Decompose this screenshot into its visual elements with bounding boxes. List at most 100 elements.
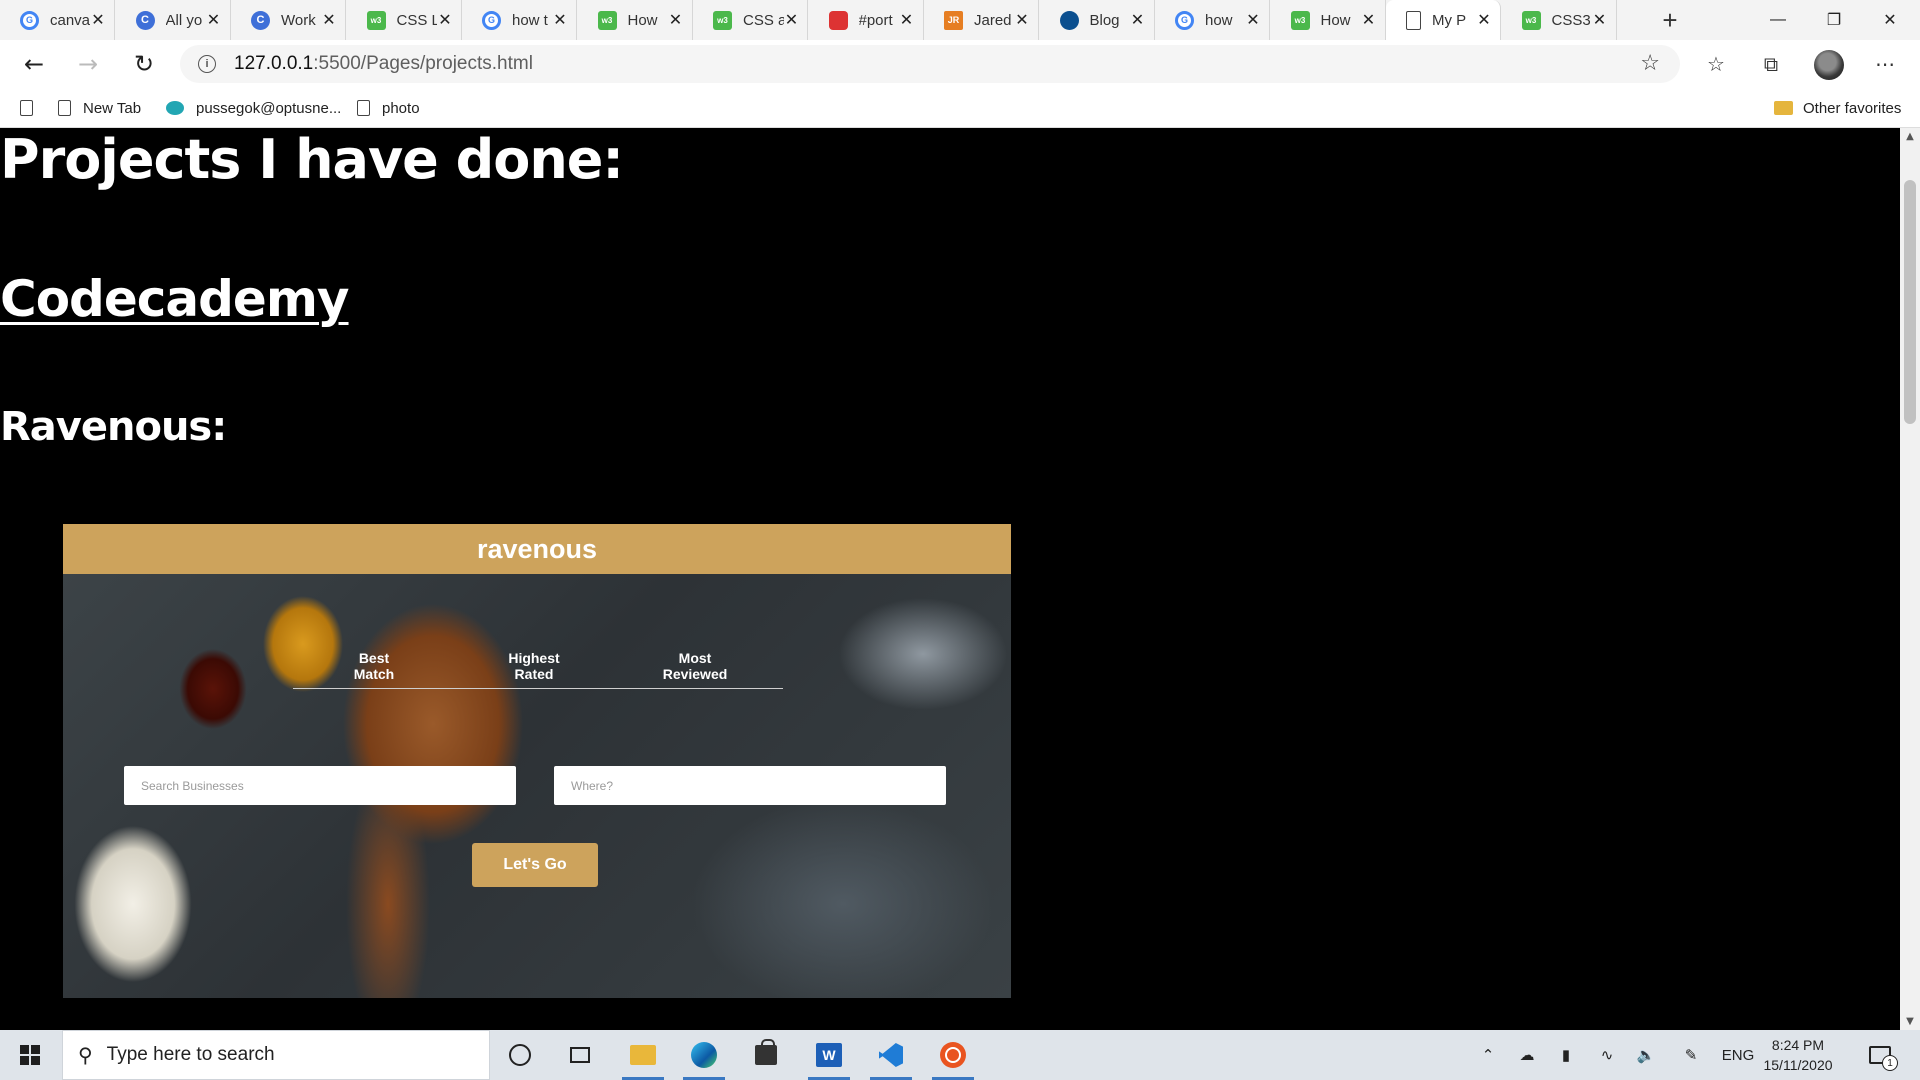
- cortana-icon[interactable]: [495, 1030, 545, 1080]
- tab-title: CSS3: [1551, 11, 1591, 29]
- bookmarks-page-icon[interactable]: [20, 88, 45, 128]
- close-tab-icon[interactable]: ✕: [437, 10, 452, 30]
- tab-13[interactable]: w3 CSS3 ✕: [1502, 0, 1617, 40]
- address-bar[interactable]: i 127.0.0.1:5500/Pages/projects.html ☆: [180, 45, 1680, 83]
- windows-icon: [20, 1045, 40, 1065]
- new-tab-button[interactable]: +: [1655, 0, 1685, 40]
- close-tab-icon[interactable]: ✕: [1592, 10, 1608, 30]
- close-tab-icon[interactable]: ✕: [552, 10, 568, 30]
- sort-line-1: Most: [678, 650, 712, 666]
- close-tab-icon[interactable]: ✕: [1014, 10, 1030, 30]
- other-favorites[interactable]: Other favorites: [1774, 88, 1901, 128]
- tab-title: canva: [50, 11, 91, 29]
- start-button[interactable]: [0, 1030, 60, 1080]
- store-icon[interactable]: [741, 1030, 791, 1080]
- tab-3[interactable]: w3 CSS L ✕: [347, 0, 462, 40]
- scrollbar[interactable]: ▲ ▼: [1900, 128, 1920, 1030]
- taskbar-search[interactable]: ⚲ Type here to search: [62, 1030, 490, 1080]
- close-tab-icon[interactable]: ✕: [784, 10, 799, 30]
- onedrive-error-icon[interactable]: ☁: [1514, 1030, 1540, 1080]
- language-indicator[interactable]: ENG: [1718, 1030, 1758, 1080]
- restore-button[interactable]: ❐: [1806, 0, 1862, 40]
- volume-icon[interactable]: 🔈: [1633, 1030, 1659, 1080]
- reload-button[interactable]: ↻: [126, 46, 162, 82]
- collections-icon[interactable]: ⧉: [1758, 51, 1784, 77]
- edge-icon[interactable]: [679, 1030, 729, 1080]
- close-tab-icon[interactable]: ✕: [1245, 10, 1261, 30]
- lets-go-label: Let's Go: [503, 856, 567, 873]
- tab-4[interactable]: Ghow t ✕: [462, 0, 577, 40]
- close-tab-icon[interactable]: ✕: [206, 10, 222, 30]
- tab-9[interactable]: Blog ✕: [1040, 0, 1155, 40]
- tab-title: All yo: [165, 11, 203, 29]
- bookmark-new-tab[interactable]: New Tab: [58, 88, 141, 128]
- close-tab-icon[interactable]: ✕: [1130, 10, 1146, 30]
- vscode-icon[interactable]: [866, 1030, 916, 1080]
- clock[interactable]: 8:24 PM 15/11/2020: [1763, 1035, 1833, 1075]
- back-button[interactable]: ←: [16, 46, 52, 82]
- tab-11[interactable]: w3 How ✕: [1271, 0, 1386, 40]
- search-businesses-placeholder: Search Businesses: [141, 778, 244, 793]
- bookmark-label: New Tab: [83, 99, 142, 117]
- minimize-button[interactable]: —: [1750, 0, 1806, 40]
- forward-button[interactable]: →: [70, 46, 106, 82]
- tab-8[interactable]: JR Jared ✕: [924, 0, 1039, 40]
- favorites-icon[interactable]: ☆: [1703, 51, 1729, 77]
- more-icon[interactable]: ⋯: [1872, 51, 1898, 77]
- sort-underline: [293, 688, 783, 689]
- file-explorer-icon[interactable]: [618, 1030, 668, 1080]
- close-tab-icon[interactable]: ✕: [1361, 10, 1377, 30]
- close-tab-icon[interactable]: ✕: [321, 10, 337, 30]
- tab-title: Blog: [1089, 11, 1120, 29]
- codecademy-icon: C: [251, 10, 270, 30]
- tab-strip: Gcanva ✕ C All yo ✕ C Work ✕ w3 CSS L ✕ Ghow t ✕ w3 Ho…: [0, 0, 1920, 40]
- tab-6[interactable]: w3 CSS a ✕: [693, 0, 808, 40]
- bookmark-optus[interactable]: pussegok@optusne...: [166, 88, 341, 128]
- close-tab-icon[interactable]: ✕: [899, 10, 915, 30]
- ravenous-brand-bar: ravenous: [63, 524, 1011, 574]
- close-window-button[interactable]: ✕: [1862, 0, 1918, 40]
- tab-title: CSS L: [396, 11, 438, 29]
- chevron-up-icon[interactable]: ⌃: [1476, 1030, 1500, 1080]
- scrollbar-thumb[interactable]: [1904, 180, 1916, 424]
- close-tab-icon[interactable]: ✕: [90, 10, 106, 30]
- bookmark-photo[interactable]: photo: [357, 88, 420, 128]
- tab-title: Work: [281, 11, 316, 29]
- star-icon[interactable]: ☆: [1640, 51, 1660, 76]
- search-icon: ⚲: [78, 1043, 93, 1067]
- info-icon[interactable]: i: [198, 55, 216, 73]
- ravenous-screenshot: ravenous Best Match Highest Rated Most Revi…: [63, 524, 1011, 998]
- notifications-icon[interactable]: 1: [1862, 1030, 1898, 1080]
- close-tab-icon[interactable]: ✕: [1476, 10, 1492, 30]
- tab-12[interactable]: My P ✕: [1386, 0, 1501, 40]
- browser-toolbar: ← → ↻ i 127.0.0.1:5500/Pages/projects.ht…: [0, 40, 1920, 88]
- codecademy-link[interactable]: Codecademy: [0, 270, 350, 328]
- scroll-up-icon[interactable]: ▲: [1900, 128, 1920, 145]
- sort-line-2: Reviewed: [662, 666, 728, 682]
- task-view-icon[interactable]: [555, 1030, 605, 1080]
- w3schools-icon: w3: [713, 10, 732, 30]
- blog-icon: [1059, 10, 1079, 30]
- ubuntu-icon[interactable]: [928, 1030, 978, 1080]
- tab-10[interactable]: Ghow ✕: [1155, 0, 1270, 40]
- tab-1[interactable]: C All yo ✕: [116, 0, 231, 40]
- tab-5[interactable]: w3 How ✕: [578, 0, 693, 40]
- scroll-down-icon[interactable]: ▼: [1900, 1013, 1920, 1030]
- tab-7[interactable]: #port ✕: [809, 0, 924, 40]
- battery-icon[interactable]: ▮: [1553, 1030, 1579, 1080]
- page-icon: [20, 100, 33, 116]
- tab-title: My P: [1432, 11, 1467, 29]
- url-text[interactable]: 127.0.0.1:5500/Pages/projects.html: [234, 53, 533, 75]
- sort-line-1: Best: [358, 650, 390, 666]
- wifi-icon[interactable]: ∿: [1594, 1030, 1620, 1080]
- page-title: Projects I have done:: [0, 128, 624, 191]
- tab-0[interactable]: Gcanva ✕: [0, 0, 115, 40]
- sort-line-1: Highest: [508, 650, 560, 666]
- close-tab-icon[interactable]: ✕: [668, 10, 684, 30]
- tab-2[interactable]: C Work ✕: [231, 0, 346, 40]
- pen-icon[interactable]: ✎: [1677, 1030, 1705, 1080]
- google-icon: G: [482, 10, 501, 30]
- w3schools-icon: w3: [1290, 10, 1310, 30]
- avatar[interactable]: [1814, 50, 1844, 80]
- word-icon[interactable]: W: [804, 1030, 854, 1080]
